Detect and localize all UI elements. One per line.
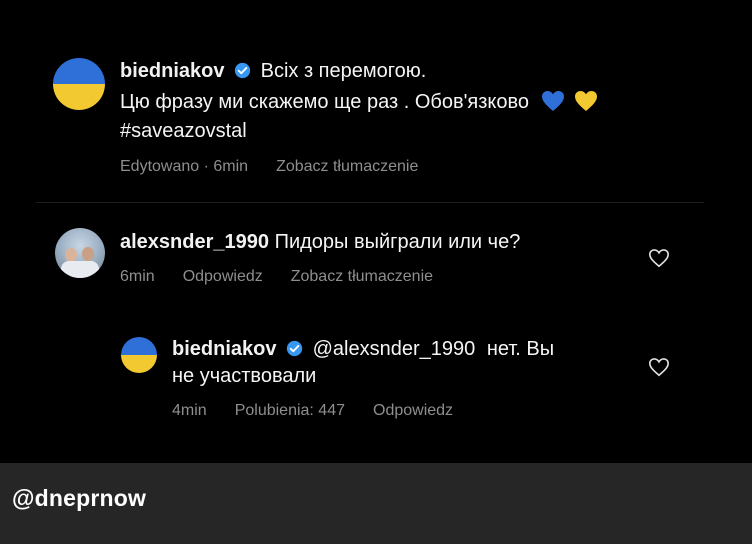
- post-text-line2: Цю фразу ми скажемо ще раз . Обов'язково: [120, 91, 530, 113]
- blue-heart-emoji-icon: [541, 91, 564, 111]
- avatar-biedniakov-reply[interactable]: [121, 337, 157, 373]
- yellow-heart-emoji-icon: [575, 91, 598, 111]
- verified-badge-icon: [286, 340, 303, 357]
- reply1-meta: 4min Polubienia: 447 Odpowiedz: [172, 402, 453, 420]
- comment1-reply-button[interactable]: Odpowiedz: [183, 268, 263, 286]
- post-text-line1: Всіх з перемогою.: [260, 60, 427, 82]
- reply1-reply-button[interactable]: Odpowiedz: [373, 402, 453, 420]
- comment1-text: Пидоры выйграли или че?: [274, 231, 521, 253]
- post-translate-link[interactable]: Zobacz tłumaczenie: [276, 158, 418, 176]
- avatar-biedniakov[interactable]: [53, 58, 105, 110]
- divider: [36, 202, 704, 203]
- post-line1: biedniakov Всіх з перемогою.: [120, 60, 426, 83]
- post-username[interactable]: biedniakov: [120, 60, 224, 82]
- comment1-username[interactable]: alexsnder_1990: [120, 231, 269, 253]
- reply1-text-line2: не участвовали: [172, 365, 317, 387]
- reply1-username[interactable]: biedniakov: [172, 338, 276, 360]
- post-edited-time: Edytowano · 6min: [120, 158, 249, 175]
- reply1-mention[interactable]: @alexsnder_1990: [313, 338, 476, 360]
- reply1-like-heart-icon[interactable]: [648, 356, 670, 378]
- comment1-meta: 6min Odpowiedz Zobacz tłumaczenie: [120, 268, 433, 286]
- comment1-translate-link[interactable]: Zobacz tłumaczenie: [291, 268, 433, 286]
- comment1-line: alexsnder_1990 Пидоры выйграли или че?: [120, 231, 520, 254]
- comment1-like-heart-icon[interactable]: [648, 247, 670, 269]
- caption-handle: @dneprnow: [12, 485, 147, 511]
- reply1-time: 4min: [172, 402, 207, 419]
- post-line2: Цю фразу ми скажемо ще раз . Обов'язково: [120, 90, 598, 114]
- post-hashtag[interactable]: #saveazovstal: [120, 120, 247, 143]
- reply1-likes[interactable]: Polubienia: 447: [235, 402, 345, 420]
- verified-badge-icon: [234, 62, 251, 79]
- comment1-time: 6min: [120, 268, 155, 285]
- reply1-line1: biedniakov @alexsnder_1990 нет. Вы: [172, 338, 554, 361]
- caption-bar: @dneprnow: [0, 463, 752, 544]
- reply1-text-line1: нет. Вы: [486, 338, 555, 360]
- post-meta: Edytowano · 6min Zobacz tłumaczenie: [120, 158, 418, 176]
- avatar-alexsnder[interactable]: [55, 228, 105, 278]
